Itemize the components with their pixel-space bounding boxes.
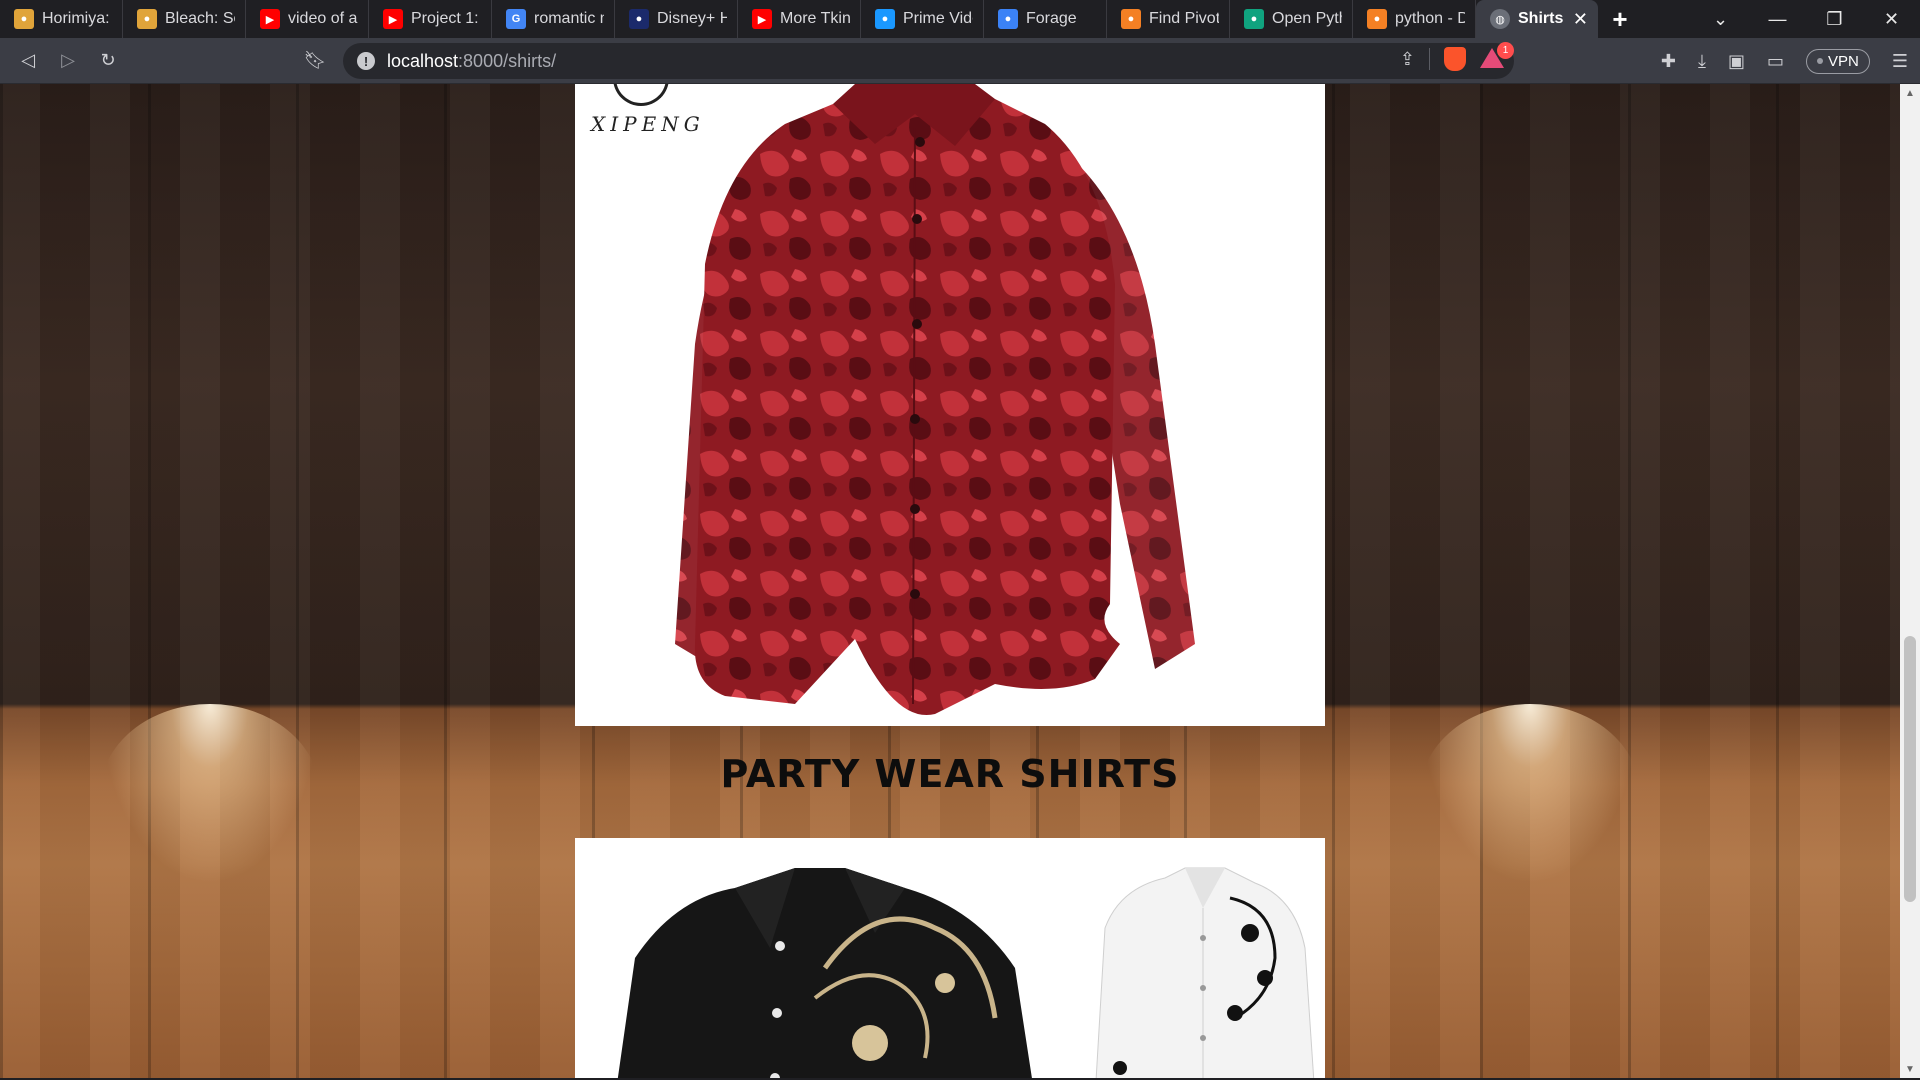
tab-title: More Tkinte [780,10,850,27]
sidebar-icon[interactable]: ▣ [1728,51,1745,72]
openai-icon: ● [1244,9,1264,29]
restore-button[interactable]: ❐ [1806,0,1863,38]
tab[interactable]: ● python - Dj [1353,0,1476,38]
address-bar[interactable]: ! localhost:8000/shirts/ ⇪ 1 [343,42,1514,79]
tab-title: Open Pytho [1272,10,1342,27]
tab[interactable]: ● Open Pytho [1230,0,1353,38]
divider [1429,48,1430,70]
tab[interactable]: Gromantic m [492,0,615,38]
site-info-icon[interactable]: ! [357,52,375,70]
close-tab-icon[interactable]: ✕ [1573,9,1588,30]
product-image-red-shirt: XIPENG [575,84,1325,726]
vpn-status-icon [1817,58,1824,64]
tab[interactable]: ● Horimiya: P [0,0,123,38]
toolbar-right: ✚ ⤓ ▣ ▭ VPN ☰ [1661,38,1908,84]
new-tab-button[interactable]: + [1598,0,1642,38]
tab[interactable]: ▶ Project 1: Ir [369,0,492,38]
scroll-up-icon[interactable]: ▲ [1900,84,1920,102]
red-shirt-illustration [675,84,1195,716]
product-image-party-shirts [575,838,1325,1078]
cat-icon: ● [137,9,157,29]
bookmark-icon[interactable]: 🔖︎ [300,45,330,75]
tab-title: video of a r [288,10,358,27]
disney-icon: ● [629,9,649,29]
tab-title: Find Pivot I [1149,10,1219,27]
vpn-label: VPN [1828,52,1859,70]
prime-video-icon: ● [875,9,895,29]
tab[interactable]: ● Forage [984,0,1107,38]
youtube-icon: ▶ [752,9,772,29]
tab-title: Forage [1026,10,1077,27]
vpn-button[interactable]: VPN [1806,48,1870,74]
tab-title: Project 1: Ir [411,10,481,27]
cat-icon: ● [14,9,34,29]
browser-toolbar: ◁ ▷ ↻ 🔖︎ ! localhost:8000/shirts/ ⇪ 1 ✚ … [0,38,1920,84]
rewards-badge: 1 [1497,42,1514,59]
brand-logo-text: XIPENG [591,112,705,136]
url-text: localhost:8000/shirts/ [387,50,557,71]
tab-title: Disney+ Ho [657,10,727,27]
tab-title: Bleach: Sen [165,10,235,27]
tab-title: Prime Video [903,10,973,27]
back-button[interactable]: ◁ [8,41,48,81]
tab-title: Horimiya: P [42,10,112,27]
window-controls: ⌄ — ❐ ✕ [1692,0,1920,38]
google-icon: G [506,9,526,29]
stackoverflow-icon: ● [1367,9,1387,29]
tab-strip: ● Horimiya: P ● Bleach: Sen ▶ video of a r ▶ Pr… [0,0,1920,38]
brave-rewards-icon[interactable]: 1 [1480,42,1514,70]
reload-button[interactable]: ↻ [88,41,128,81]
party-shirts-illustration [617,867,1315,1078]
tab-title: Shirts [1518,10,1564,27]
tab-title: romantic m [534,10,604,27]
close-window-button[interactable]: ✕ [1863,0,1920,38]
menu-icon[interactable]: ☰ [1892,51,1908,72]
scrollbar-thumb[interactable] [1904,636,1916,902]
tab[interactable]: ● Bleach: Sen [123,0,246,38]
wall-light [100,704,320,884]
globe-icon: ◍ [1490,9,1510,29]
tab-active[interactable]: ◍ Shirts ✕ [1476,0,1598,38]
tab-list: ● Horimiya: P ● Bleach: Sen ▶ video of a r ▶ Pr… [0,0,1476,38]
youtube-icon: ▶ [260,9,280,29]
stackoverflow-icon: ● [1121,9,1141,29]
brand-logo: XIPENG [591,84,705,136]
tab[interactable]: ● Find Pivot I [1107,0,1230,38]
scroll-down-icon[interactable]: ▼ [1900,1060,1920,1078]
tab-search-chevron-icon[interactable]: ⌄ [1692,0,1749,38]
section-title: PARTY WEAR SHIRTS [720,752,1180,796]
forage-icon: ● [998,9,1018,29]
tab[interactable]: ● Prime Video [861,0,984,38]
tab[interactable]: ▶ video of a r [246,0,369,38]
extensions-icon[interactable]: ✚ [1661,51,1676,72]
address-bar-actions: ⇪ 1 [1400,42,1514,71]
minimize-button[interactable]: — [1749,0,1806,38]
wall-light [1420,704,1640,884]
downloads-icon[interactable]: ⤓ [1698,51,1706,72]
page-viewport: XIPENG PARTY WEAR SHIRTS [0,84,1900,1078]
page-scrollbar[interactable]: ▲ ▼ [1900,84,1920,1078]
youtube-icon: ▶ [383,9,403,29]
tab[interactable]: ▶ More Tkinte [738,0,861,38]
share-icon[interactable]: ⇪ [1400,49,1415,70]
brave-shields-icon[interactable] [1444,47,1466,71]
forward-button[interactable]: ▷ [48,41,88,81]
wallet-icon[interactable]: ▭ [1767,51,1784,72]
tab[interactable]: ● Disney+ Ho [615,0,738,38]
tab-title: python - Dj [1395,10,1465,27]
